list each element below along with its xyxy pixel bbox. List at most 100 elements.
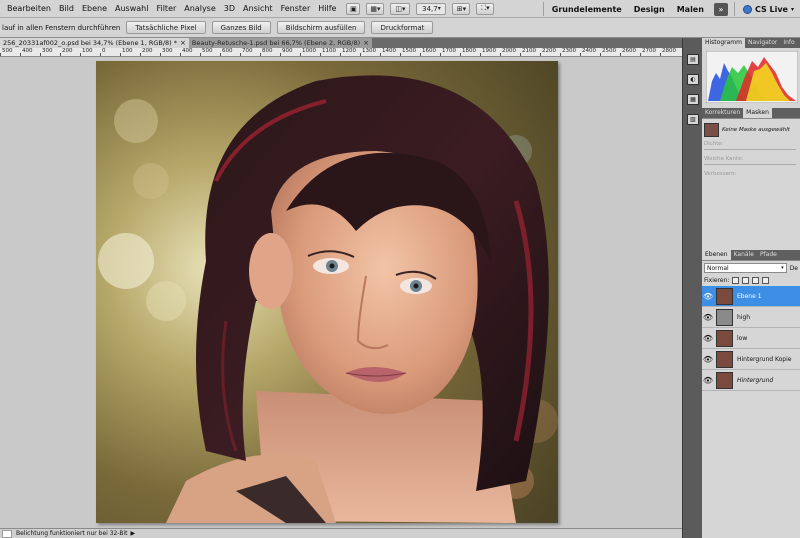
extras-icon[interactable]: ◫▾: [390, 2, 411, 15]
menu-auswahl[interactable]: Auswahl: [111, 0, 152, 18]
panel-icon-c[interactable]: ▦: [687, 94, 699, 105]
menu-ebene[interactable]: Ebene: [78, 0, 111, 18]
layer-row[interactable]: 👁 Hintergrund Kopie: [702, 349, 800, 370]
layer-name: high: [737, 313, 751, 321]
ruler-tick: [0, 53, 1, 56]
ruler-label: 600: [222, 48, 233, 54]
ruler-label: 0: [102, 48, 106, 54]
ruler-label: 1500: [402, 48, 416, 54]
layer-row[interactable]: 👁 high: [702, 307, 800, 328]
menu-bild[interactable]: Bild: [55, 0, 78, 18]
ruler-label: 1900: [482, 48, 496, 54]
panel-icon-b[interactable]: ◐: [687, 74, 699, 85]
grid-icon[interactable]: ⊞▾: [452, 2, 471, 15]
layer-name: low: [737, 334, 748, 342]
menu-hilfe[interactable]: Hilfe: [314, 0, 340, 18]
scroll-all-windows-label[interactable]: lauf in allen Fenstern durchführen: [0, 24, 126, 32]
blend-mode-select[interactable]: Normal ▾: [704, 263, 787, 273]
layer-thumbnail: [716, 329, 733, 347]
layer-name: Hintergrund: [737, 376, 774, 384]
layer-row[interactable]: 👁 low: [702, 328, 800, 349]
right-panels: Histogramm Navigator Info Korrekturen Ma…: [702, 38, 800, 538]
ruler-label: 1700: [442, 48, 456, 54]
menu-fenster[interactable]: Fenster: [277, 0, 315, 18]
layer-row[interactable]: 👁 Hintergrund: [702, 370, 800, 391]
tab-kanaele[interactable]: Kanäle: [731, 250, 757, 260]
print-size-button[interactable]: Druckformat: [371, 21, 434, 34]
tab-masken[interactable]: Masken: [743, 108, 772, 118]
canvas-area[interactable]: [0, 57, 682, 528]
ruler-label: 300: [42, 48, 53, 54]
layer-name: Ebene 1: [737, 292, 762, 300]
ruler-tick: [200, 53, 201, 56]
actual-pixels-button[interactable]: Tatsächliche Pixel: [126, 21, 206, 34]
ruler-label: 500: [202, 48, 213, 54]
eye-icon[interactable]: 👁: [702, 355, 714, 364]
menu-3d[interactable]: 3D: [220, 0, 239, 18]
tab-korrekturen[interactable]: Korrekturen: [702, 108, 743, 118]
layer-row[interactable]: 👁 Ebene 1: [702, 286, 800, 307]
ruler-tick: [520, 53, 521, 56]
fill-screen-button[interactable]: Bildschirm ausfüllen: [276, 21, 366, 34]
close-icon[interactable]: ×: [180, 38, 186, 48]
ruler-tick: [40, 53, 41, 56]
ruler-tick: [360, 53, 361, 56]
feather-slider[interactable]: [704, 164, 796, 165]
workspace-grundelemente[interactable]: Grundelemente: [546, 5, 628, 14]
menu-filter[interactable]: Filter: [152, 0, 180, 18]
status-menu-arrow-icon[interactable]: ▶: [127, 530, 135, 537]
eye-icon[interactable]: 👁: [702, 313, 714, 322]
ruler-tick: [60, 53, 61, 56]
ruler-tick: [180, 53, 181, 56]
lock-pixels-icon[interactable]: [742, 277, 750, 284]
mask-thumbnail: [704, 123, 719, 137]
fit-screen-button[interactable]: Ganzes Bild: [211, 21, 271, 34]
panel-icon-d[interactable]: ▧: [687, 114, 699, 125]
doc-tab-active[interactable]: 256_20331af002_o.psd bei 34,7% (Ebene 1,…: [0, 38, 189, 48]
fullscreen-icon[interactable]: ⛶▾: [476, 2, 495, 15]
refine-label: Verbessern:: [704, 171, 737, 177]
blend-row: Normal ▾ De: [702, 261, 800, 275]
lock-position-icon[interactable]: [752, 277, 760, 284]
more-workspaces-button[interactable]: »: [713, 2, 728, 16]
menu-bar: Bearbeiten Bild Ebene Auswahl Filter Ana…: [0, 0, 800, 18]
tab-navigator[interactable]: Navigator: [745, 38, 780, 48]
tab-histogramm[interactable]: Histogramm: [702, 38, 745, 48]
close-icon[interactable]: ×: [363, 38, 369, 48]
tab-info[interactable]: Info: [780, 38, 797, 48]
ruler-label: 1300: [362, 48, 376, 54]
menu-ansicht[interactable]: Ansicht: [239, 0, 277, 18]
ruler-label: 300: [162, 48, 173, 54]
cs-live-button[interactable]: CS Live ▾: [737, 4, 800, 14]
ruler-label: 1000: [302, 48, 316, 54]
screen-mode-icon[interactable]: ▣: [346, 2, 361, 15]
main-menu: Bearbeiten Bild Ebene Auswahl Filter Ana…: [0, 0, 340, 18]
density-slider[interactable]: [704, 149, 796, 150]
workspace-design[interactable]: Design: [628, 5, 671, 14]
ruler-tick: [20, 53, 21, 56]
ruler-tick: [440, 53, 441, 56]
zoom-field[interactable]: [2, 529, 12, 538]
eye-icon[interactable]: 👁: [702, 334, 714, 343]
ruler-tick: [260, 53, 261, 56]
ruler-label: 400: [22, 48, 33, 54]
ruler-label: 200: [62, 48, 73, 54]
ruler-tick: [160, 53, 161, 56]
eye-icon[interactable]: 👁: [702, 292, 714, 301]
eye-icon[interactable]: 👁: [702, 376, 714, 385]
lock-transparency-icon[interactable]: [732, 277, 740, 284]
doc-tab[interactable]: Beauty-Retusche-1.psd bei 66,7% (Ebene 2…: [188, 38, 372, 48]
panel-icon-a[interactable]: ▤: [687, 54, 699, 65]
arrange-icon[interactable]: ▦▾: [366, 2, 385, 15]
zoom-select[interactable]: 34,7 ▾: [416, 2, 447, 15]
lock-all-icon[interactable]: [762, 277, 770, 284]
layers-tabs: Ebenen Kanäle Pfade: [702, 250, 800, 260]
menu-bearbeiten[interactable]: Bearbeiten: [3, 0, 55, 18]
menu-analyse[interactable]: Analyse: [180, 0, 220, 18]
workspace-malen[interactable]: Malen: [671, 5, 710, 14]
document-image[interactable]: [96, 61, 558, 523]
tab-pfade[interactable]: Pfade: [757, 250, 780, 260]
tab-ebenen[interactable]: Ebenen: [702, 250, 731, 260]
ruler-label: 800: [262, 48, 273, 54]
ruler-tick: [280, 53, 281, 56]
